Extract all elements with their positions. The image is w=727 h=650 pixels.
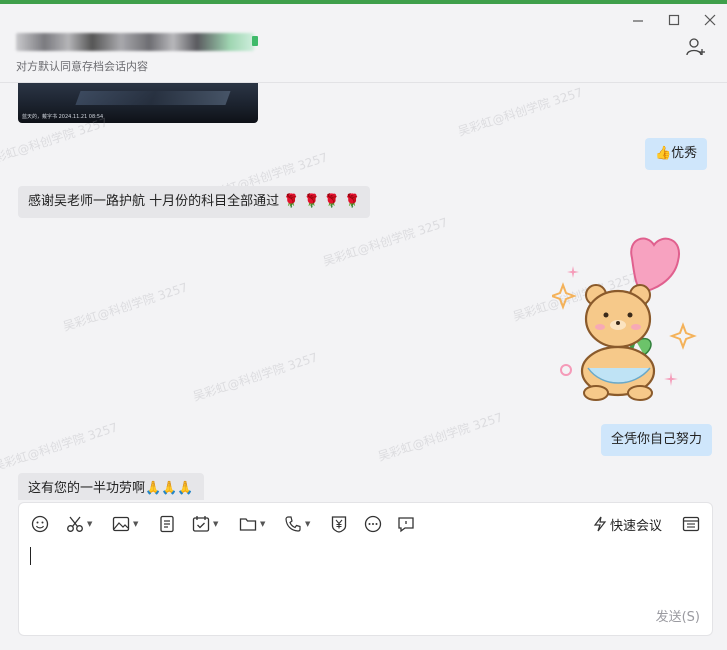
- chevron-down-icon[interactable]: ▼: [260, 520, 265, 528]
- text-cursor: [30, 547, 31, 565]
- minimize-icon[interactable]: [630, 12, 646, 28]
- add-person-icon[interactable]: [685, 36, 707, 58]
- watermark: 吴彩虹@科创学院 3257: [321, 215, 450, 269]
- calendar-check-icon[interactable]: ▼: [192, 514, 218, 534]
- chat-area[interactable]: 蓝天的，戴字书 2024.11.21 08:54 吴彩虹@科创学院 3257 吴…: [0, 83, 727, 500]
- chevron-down-icon[interactable]: ▼: [213, 520, 218, 528]
- folder-icon[interactable]: ▼: [239, 514, 265, 534]
- video-caption: 蓝天的，戴字书 2024.11.21 08:54: [22, 114, 104, 120]
- quick-meeting-button[interactable]: 快速会议: [593, 514, 662, 534]
- message-bubble-out[interactable]: 全凭你自己努力: [601, 424, 713, 456]
- chevron-down-icon[interactable]: ▼: [87, 520, 92, 528]
- document-icon[interactable]: [158, 514, 176, 534]
- chat-icon[interactable]: [397, 514, 415, 534]
- message-composer[interactable]: ▼ ▼ ▼ ▼ ▼ 快速会议 发送(S): [18, 502, 713, 636]
- message-bubble-in[interactable]: 这有您的一半功劳啊🙏🙏🙏: [18, 473, 204, 500]
- archive-notice: 对方默认同意存档会话内容: [16, 60, 148, 73]
- message-bubble-in[interactable]: 感谢吴老师一路护航 十月份的科目全部通过 🌹 🌹 🌹 🌹: [18, 186, 371, 218]
- wechat-badge-icon: [252, 36, 258, 46]
- maximize-icon[interactable]: [666, 12, 682, 28]
- video-message-thumbnail[interactable]: 蓝天的，戴字书 2024.11.21 08:54: [18, 83, 258, 123]
- lightning-icon: [593, 516, 607, 532]
- watermark: 吴彩虹@科创学院 3257: [191, 350, 320, 404]
- bear-holding-flower-sticker[interactable]: [549, 233, 702, 403]
- watermark: 吴彩虹@科创学院 3257: [61, 280, 190, 334]
- chevron-down-icon[interactable]: ▼: [133, 520, 138, 528]
- chat-header: 对方默认同意存档会话内容: [0, 4, 727, 83]
- red-packet-icon[interactable]: [330, 514, 348, 534]
- image-icon[interactable]: ▼: [112, 514, 138, 534]
- message-bubble-out[interactable]: 👍优秀: [645, 138, 708, 170]
- emoji-icon[interactable]: [31, 514, 49, 534]
- chevron-down-icon[interactable]: ▼: [305, 520, 310, 528]
- close-icon[interactable]: [702, 12, 718, 28]
- more-icon[interactable]: [364, 514, 382, 534]
- quick-meeting-label: 快速会议: [610, 518, 663, 534]
- watermark: 吴彩虹@科创学院 3257: [0, 420, 120, 474]
- chat-history-icon[interactable]: [682, 514, 700, 534]
- contact-name-blurred[interactable]: [16, 33, 254, 51]
- watermark: 吴彩虹@科创学院 3257: [456, 85, 585, 139]
- phone-icon[interactable]: ▼: [284, 514, 310, 534]
- scissors-icon[interactable]: ▼: [66, 514, 92, 534]
- send-button[interactable]: 发送(S): [656, 606, 700, 625]
- watermark: 吴彩虹@科创学院 3257: [376, 410, 505, 464]
